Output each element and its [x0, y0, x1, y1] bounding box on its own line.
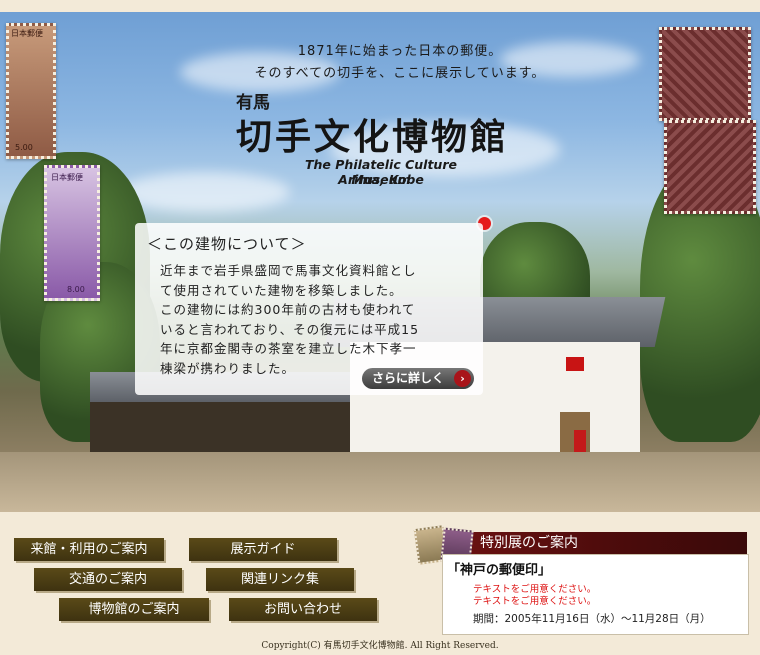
copyright: Copyright(C) 有馬切手文化博物館. All Right Reserv… [261, 641, 499, 651]
bottom-perforated-edge [0, 508, 760, 522]
hero-tagline-2: そのすべての切手を、ここに展示しています。 [254, 66, 546, 81]
museum-english-location: Arima, Kobe [338, 172, 424, 187]
stamp-value: 5.00 [15, 143, 33, 152]
nav-links-button[interactable]: 関連リンク集 [206, 568, 354, 591]
ground [0, 452, 760, 512]
arrow-right-icon: › [454, 370, 471, 387]
nav-contact-button[interactable]: お問い合わせ [229, 598, 377, 621]
exhibition-period: 期間：2005年11月16日（水）～11月28日（月） [473, 613, 711, 625]
more-details-label: さらに詳しく [372, 371, 445, 385]
info-line: いると言われており、その復元には平成15 [160, 321, 420, 337]
info-line: この建物には約300年前の古材も使われて [160, 302, 416, 317]
info-body: 近年まで岩手県盛岡で馬事文化資料館とし て使用されていた建物を移築しました。 こ… [160, 261, 470, 378]
stamp-beauty-icon: 日本郵便 5.00 [6, 23, 56, 159]
nav-visit-button[interactable]: 来館・利用のご案内 [14, 538, 164, 561]
info-title: ＜この建物について＞ [147, 235, 307, 253]
info-line: 近年まで岩手県盛岡で馬事文化資料館とし [160, 263, 417, 278]
stamp-dragon-icon [659, 27, 751, 121]
exhibition-note: テキストをご用意ください。 [473, 596, 597, 607]
exhibition-body: 「神戸の郵便印」 テキストをご用意ください。 テキストをご用意ください。 期間：… [442, 554, 749, 635]
side-building-wall [90, 402, 350, 457]
cloud [120, 172, 290, 212]
exhibition-title[interactable]: 「神戸の郵便印」 [447, 559, 551, 578]
stamp-value: 8.00 [67, 285, 85, 294]
stamp-dragon-icon [664, 120, 756, 214]
info-line: て使用されていた建物を移築しました。 [160, 282, 403, 298]
nav-museum-button[interactable]: 博物館のご案内 [59, 598, 209, 621]
nav-guide-button[interactable]: 展示ガイド [189, 538, 337, 561]
hero-tagline-1: 1871年に始まった日本の郵便。 [297, 44, 503, 59]
museum-title: 切手文化博物館 [236, 116, 510, 158]
more-details-button[interactable]: さらに詳しく › [362, 368, 474, 389]
exhibition-header: 特別展のご案内 [446, 532, 747, 554]
stamp-label: 日本郵便 [51, 173, 83, 182]
special-exhibition-panel: 特別展のご案内 「神戸の郵便印」 テキストをご用意ください。 テキストをご用意く… [413, 525, 749, 635]
nav-access-button[interactable]: 交通のご案内 [34, 568, 182, 591]
info-line: 年に京都金閣寺の茶室を建立した木下孝一 [160, 341, 417, 356]
stamp-label: 日本郵便 [11, 29, 43, 38]
stamp-birds-icon: 日本郵便 8.00 [44, 165, 100, 301]
postal-mark-icon [566, 357, 584, 371]
